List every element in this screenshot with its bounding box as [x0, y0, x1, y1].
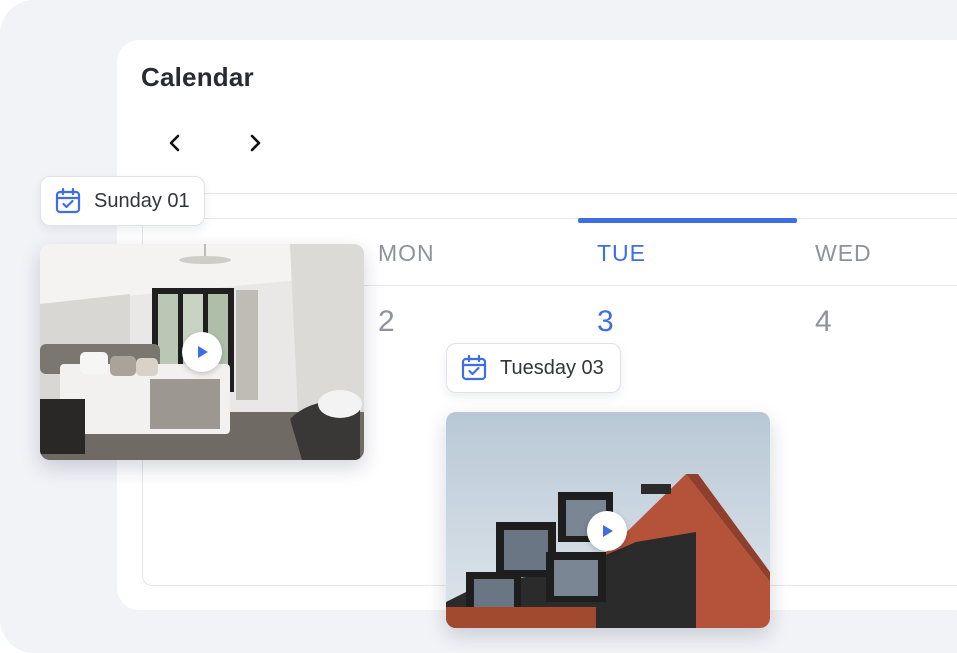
play-icon — [198, 346, 208, 358]
day-header-mon[interactable]: MON — [378, 240, 435, 267]
play-icon — [603, 525, 613, 537]
event-date-label: Sunday 01 — [94, 189, 190, 212]
event-date-chip-tuesday[interactable]: Tuesday 03 — [446, 343, 621, 393]
event-date-chip-sunday[interactable]: Sunday 01 — [40, 176, 205, 226]
event-date-label: Tuesday 03 — [500, 356, 604, 379]
day-number-tue[interactable]: 3 — [597, 305, 614, 339]
play-button[interactable] — [182, 332, 222, 372]
calendar-check-icon — [55, 187, 81, 214]
building-video-thumbnail[interactable] — [446, 412, 770, 628]
day-header-tue[interactable]: TUE — [597, 240, 646, 267]
chevron-left-icon — [169, 134, 180, 152]
calendar-check-icon — [461, 354, 487, 381]
next-week-button[interactable] — [240, 128, 270, 158]
bedroom-video-thumbnail[interactable] — [40, 244, 364, 460]
chevron-right-icon — [250, 134, 261, 152]
day-header-wed[interactable]: WED — [815, 240, 872, 267]
prev-week-button[interactable] — [160, 128, 190, 158]
page-title: Calendar — [141, 62, 254, 92]
toolbar-divider — [180, 193, 957, 194]
day-number-wed[interactable]: 4 — [815, 305, 832, 339]
day-number-mon[interactable]: 2 — [378, 305, 395, 339]
play-button[interactable] — [587, 511, 627, 551]
active-day-indicator — [578, 218, 797, 223]
